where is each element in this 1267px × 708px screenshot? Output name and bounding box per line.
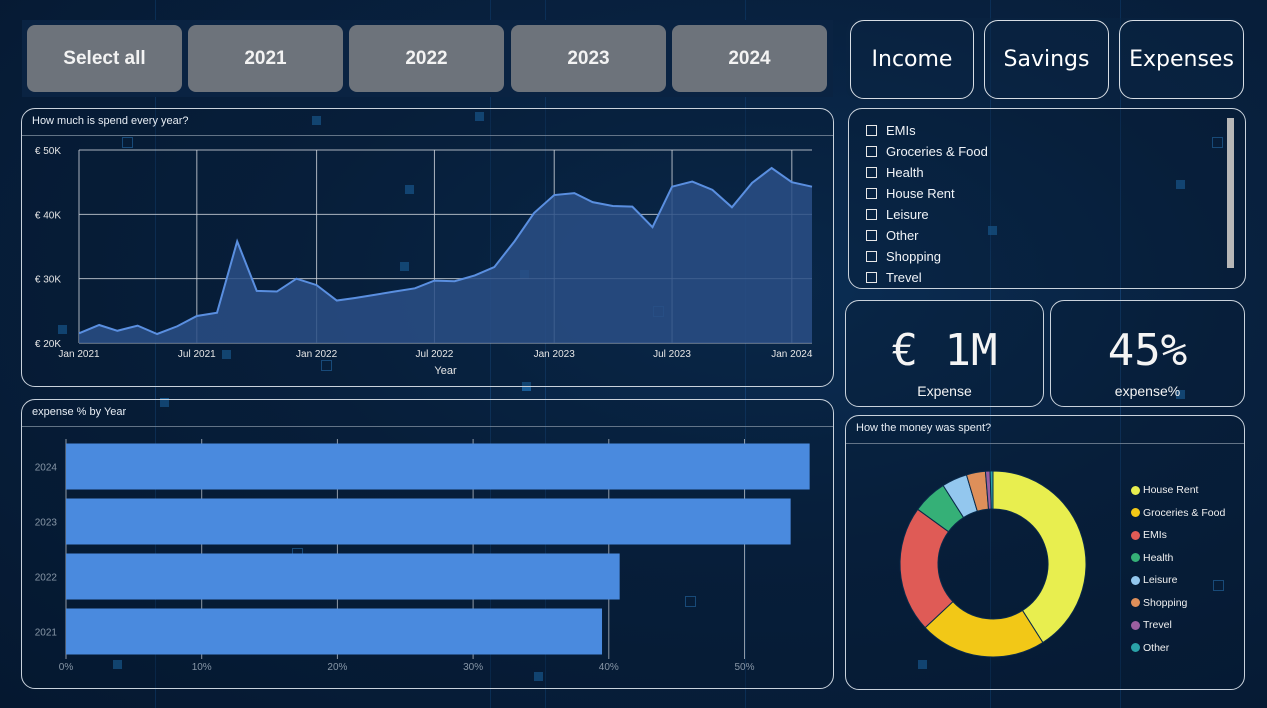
legend-label: Groceries & Food: [1143, 506, 1226, 519]
legend-item: Trevel: [1131, 614, 1225, 637]
legend-label: Health: [1143, 551, 1174, 564]
category-option-label: EMIs: [886, 123, 916, 138]
legend-swatch: [1131, 575, 1140, 585]
category-option[interactable]: EMIs: [866, 120, 988, 141]
legend-item: House Rent: [1131, 479, 1225, 502]
legend-swatch: [1131, 485, 1140, 495]
checkbox[interactable]: [866, 230, 877, 241]
x-tick-label: Jan 2022: [296, 349, 338, 360]
legend-item: EMIs: [1131, 524, 1225, 547]
category-option[interactable]: House Rent: [866, 183, 988, 204]
x-tick-label: Jul 2022: [416, 349, 454, 360]
x-tick-label: 30%: [463, 662, 483, 673]
year-2022-button[interactable]: 2022: [349, 25, 504, 92]
category-option[interactable]: Health: [866, 162, 988, 183]
y-tick-label: 2021: [35, 628, 58, 639]
y-tick-label: 2024: [35, 463, 58, 474]
expense-pct-kpi-label: expense%: [1114, 383, 1181, 399]
year-2024-button[interactable]: 2024: [672, 25, 827, 92]
select-all-button[interactable]: Select all: [27, 25, 182, 92]
legend-swatch: [1131, 508, 1140, 518]
checkbox[interactable]: [866, 188, 877, 199]
category-slicer-list: EMIs Groceries & Food Health House Rent Leis…: [866, 120, 988, 288]
x-tick-label: 20%: [327, 662, 347, 673]
x-tick-label: Jan 2023: [534, 349, 576, 360]
category-option[interactable]: Other: [866, 225, 988, 246]
category-option-label: Leisure: [886, 207, 929, 222]
checkbox[interactable]: [866, 167, 877, 178]
expenses-button[interactable]: Expenses: [1119, 20, 1244, 99]
legend-swatch: [1131, 530, 1140, 540]
legend-label: Trevel: [1143, 619, 1172, 632]
year-2021-button[interactable]: 2021: [188, 25, 343, 92]
expense-kpi-label: Expense: [917, 383, 972, 399]
x-tick-label: Jan 2021: [58, 349, 100, 360]
bar: [66, 443, 810, 490]
y-tick-label: € 20K: [35, 339, 61, 350]
legend-item: Other: [1131, 637, 1225, 660]
category-option-label: Shopping: [886, 249, 941, 264]
legend-swatch: [1131, 620, 1140, 630]
x-tick-label: Jan 2024: [771, 349, 813, 360]
income-button[interactable]: Income: [850, 20, 974, 99]
donut-legend: House Rent Groceries & Food EMIs Health Leis…: [1131, 479, 1225, 659]
category-option-label: House Rent: [886, 186, 955, 201]
x-axis-label: Year: [434, 365, 457, 377]
checkbox[interactable]: [866, 125, 877, 136]
category-option-label: Other: [886, 228, 919, 243]
expense-kpi-card: € 1M Expense: [845, 300, 1044, 407]
checkbox[interactable]: [866, 146, 877, 157]
checkbox[interactable]: [866, 272, 877, 283]
category-option[interactable]: Leisure: [866, 204, 988, 225]
legend-item: Leisure: [1131, 569, 1225, 592]
year-2023-button[interactable]: 2023: [511, 25, 666, 92]
savings-button[interactable]: Savings: [984, 20, 1109, 99]
legend-swatch: [1131, 598, 1140, 608]
x-tick-label: 10%: [192, 662, 212, 673]
expense-kpi-value: € 1M: [891, 325, 998, 376]
legend-item: Groceries & Food: [1131, 502, 1225, 525]
y-tick-label: € 40K: [35, 210, 61, 221]
x-tick-label: Jul 2021: [178, 349, 216, 360]
legend-label: Other: [1143, 641, 1170, 654]
y-tick-label: 2022: [35, 573, 58, 584]
legend-item: Health: [1131, 547, 1225, 570]
checkbox[interactable]: [866, 251, 877, 262]
legend-label: Leisure: [1143, 574, 1178, 587]
x-tick-label: Jul 2023: [653, 349, 691, 360]
checkbox[interactable]: [866, 209, 877, 220]
legend-label: House Rent: [1143, 484, 1199, 497]
y-tick-label: € 50K: [35, 146, 61, 157]
year-slicer: Select all 2021 2022 2023 2024: [22, 20, 833, 97]
expense-pct-bar-chart: 0% 10% 20% 30% 40% 50% 2024 2023 2022 2021: [35, 439, 810, 673]
area-fill: [79, 168, 812, 343]
bar: [66, 608, 603, 655]
expense-pct-kpi-card: 45% expense%: [1050, 300, 1245, 407]
category-option[interactable]: Groceries & Food: [866, 141, 988, 162]
y-tick-label: € 30K: [35, 275, 61, 286]
bar: [66, 553, 620, 600]
category-option-label: Health: [886, 165, 924, 180]
legend-swatch: [1131, 643, 1140, 653]
category-option-label: Trevel: [886, 270, 922, 285]
category-option-label: Groceries & Food: [886, 144, 988, 159]
category-option[interactable]: Trevel: [866, 267, 988, 288]
expense-pct-kpi-value: 45%: [1107, 325, 1188, 376]
legend-label: Shopping: [1143, 596, 1188, 609]
x-tick-label: 40%: [599, 662, 619, 673]
y-tick-label: 2023: [35, 518, 58, 529]
slicer-scrollbar[interactable]: [1227, 118, 1234, 268]
x-tick-label: 50%: [734, 662, 754, 673]
spend-area-chart: € 20K € 30K € 40K € 50K Jan 2021 Jul 2021 Jan …: [35, 146, 813, 377]
bar: [66, 498, 791, 545]
legend-swatch: [1131, 553, 1140, 563]
category-option[interactable]: Shopping: [866, 246, 988, 267]
x-tick-label: 0%: [59, 662, 74, 673]
legend-label: EMIs: [1143, 529, 1167, 542]
legend-item: Shopping: [1131, 592, 1225, 615]
